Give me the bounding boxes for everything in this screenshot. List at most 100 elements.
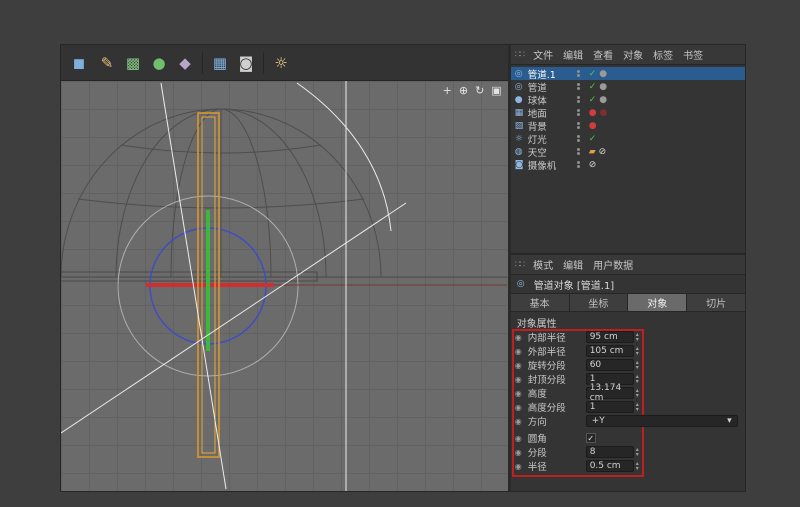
tab-object[interactable]: 对象 bbox=[628, 294, 687, 311]
cube-primitive-icon[interactable]: ◼ bbox=[67, 50, 91, 76]
key-circle-icon[interactable]: ◉ bbox=[515, 361, 528, 370]
outer-radius-field[interactable]: 105 cm bbox=[586, 345, 634, 357]
enabled-check-icon[interactable]: ✓ bbox=[589, 69, 597, 79]
generator-icon[interactable]: ● bbox=[147, 50, 171, 76]
pan-icon[interactable]: + bbox=[443, 84, 452, 97]
stepper[interactable]: ▴▾ bbox=[636, 346, 639, 356]
phong-tag-icon[interactable]: ● bbox=[599, 82, 607, 92]
key-circle-icon[interactable]: ◉ bbox=[515, 462, 528, 471]
property-row-outer-radius: ◉ 外部半径 105 cm ▴▾ bbox=[511, 344, 745, 358]
camera-object-icon: ◙ bbox=[515, 160, 528, 170]
fillet-checkbox[interactable]: ✓ bbox=[586, 433, 596, 443]
stepper[interactable]: ▴▾ bbox=[636, 332, 639, 342]
step-down-icon[interactable]: ▾ bbox=[636, 351, 639, 356]
visibility-dots[interactable] bbox=[577, 161, 580, 168]
deformer-icon[interactable]: ◆ bbox=[173, 50, 197, 76]
orientation-dropdown[interactable]: +Y ▾ bbox=[586, 415, 738, 427]
object-row-tube[interactable]: ◎ 管道 ✓ ● bbox=[511, 80, 745, 93]
visibility-dots[interactable] bbox=[577, 109, 580, 116]
visibility-dots[interactable] bbox=[577, 96, 580, 103]
zoom-icon[interactable]: ⊕ bbox=[459, 84, 468, 97]
stepper[interactable]: ▴▾ bbox=[636, 388, 639, 398]
object-row-sky[interactable]: ◍ 天空 ▰ ⊘ bbox=[511, 145, 745, 158]
height-field[interactable]: 13.174 cm bbox=[586, 387, 634, 399]
inner-radius-field[interactable]: 95 cm bbox=[586, 331, 634, 343]
compositing-tag-icon[interactable]: ▰ bbox=[589, 147, 596, 157]
tab-basic[interactable]: 基本 bbox=[511, 294, 570, 311]
enabled-check-icon[interactable]: ✓ bbox=[589, 134, 597, 144]
menu-user-data[interactable]: 用户数据 bbox=[588, 257, 638, 272]
menu-mode[interactable]: 模式 bbox=[528, 257, 558, 272]
dropdown-arrow-icon: ▾ bbox=[727, 416, 732, 426]
key-circle-icon[interactable]: ◉ bbox=[515, 448, 528, 457]
radius-field[interactable]: 0.5 cm bbox=[586, 460, 634, 472]
height-segments-field[interactable]: 1 bbox=[586, 401, 634, 413]
key-circle-icon[interactable]: ◉ bbox=[515, 403, 528, 412]
phong-tag-icon[interactable]: ● bbox=[599, 95, 607, 105]
stepper[interactable]: ▴▾ bbox=[636, 360, 639, 370]
visibility-dots[interactable] bbox=[577, 83, 580, 90]
camera-icon[interactable]: ◙ bbox=[234, 50, 258, 76]
step-down-icon[interactable]: ▾ bbox=[636, 365, 639, 370]
menu-edit[interactable]: 编辑 bbox=[558, 257, 588, 272]
key-circle-icon[interactable]: ◉ bbox=[515, 347, 528, 356]
step-down-icon[interactable]: ▾ bbox=[636, 466, 639, 471]
object-row-tube1[interactable]: ◎ 管道.1 ✓ ● bbox=[511, 67, 745, 80]
stepper[interactable]: ▴▾ bbox=[636, 402, 639, 412]
step-down-icon[interactable]: ▾ bbox=[636, 452, 639, 457]
key-circle-icon[interactable]: ◉ bbox=[515, 417, 528, 426]
menu-tags[interactable]: 标签 bbox=[648, 47, 678, 62]
object-manager: ∷∷ 文件 编辑 查看 对象 标签 书签 ◎ 管道.1 ✓ ● bbox=[511, 45, 745, 253]
step-down-icon[interactable]: ▾ bbox=[636, 407, 639, 412]
visibility-dots[interactable] bbox=[577, 135, 580, 142]
scene-floor-icon[interactable]: ▦ bbox=[208, 50, 232, 76]
visibility-dots[interactable] bbox=[577, 70, 580, 77]
phong-tag-icon[interactable]: ● bbox=[599, 69, 607, 79]
light-icon[interactable]: ☼ bbox=[269, 50, 293, 76]
menu-objects[interactable]: 对象 bbox=[618, 47, 648, 62]
no-render-icon[interactable]: ⊘ bbox=[589, 160, 597, 170]
material-tag-icon[interactable]: ● bbox=[589, 108, 597, 118]
object-name: 管道 bbox=[528, 80, 547, 94]
menu-bookmarks[interactable]: 书签 bbox=[678, 47, 708, 62]
spline-pen-icon[interactable]: ✎ bbox=[95, 50, 119, 76]
enabled-check-icon[interactable]: ✓ bbox=[589, 95, 597, 105]
visibility-dots[interactable] bbox=[577, 122, 580, 129]
rotation-segments-field[interactable]: 60 bbox=[586, 359, 634, 371]
key-circle-icon[interactable]: ◉ bbox=[515, 333, 528, 342]
subdivision-surface-icon[interactable]: ▩ bbox=[121, 50, 145, 76]
object-row-floor[interactable]: ▦ 地面 ● ● bbox=[511, 106, 745, 119]
step-down-icon[interactable]: ▾ bbox=[636, 379, 639, 384]
tab-slice[interactable]: 切片 bbox=[687, 294, 745, 311]
object-row-camera[interactable]: ◙ 摄像机 ⊘ bbox=[511, 158, 745, 171]
visibility-dots[interactable] bbox=[577, 148, 580, 155]
light-object-icon: ☼ bbox=[515, 134, 528, 144]
object-row-sphere[interactable]: ● 球体 ✓ ● bbox=[511, 93, 745, 106]
panel-grip-icon: ∷∷ bbox=[515, 50, 524, 60]
key-circle-icon[interactable]: ◉ bbox=[515, 434, 528, 443]
3d-viewport[interactable]: + ⊕ ↻ ▣ bbox=[61, 81, 508, 491]
material-tag-icon[interactable]: ● bbox=[589, 121, 597, 131]
object-row-light[interactable]: ☼ 灯光 ✓ bbox=[511, 132, 745, 145]
segments-field[interactable]: 8 bbox=[586, 446, 634, 458]
key-circle-icon[interactable]: ◉ bbox=[515, 389, 528, 398]
step-down-icon[interactable]: ▾ bbox=[636, 337, 639, 342]
menu-edit[interactable]: 编辑 bbox=[558, 47, 588, 62]
material-tag-icon[interactable]: ● bbox=[600, 108, 608, 118]
object-name: 管道.1 bbox=[528, 67, 556, 81]
step-down-icon[interactable]: ▾ bbox=[636, 393, 639, 398]
stepper[interactable]: ▴▾ bbox=[636, 461, 639, 471]
menu-file[interactable]: 文件 bbox=[528, 47, 558, 62]
menu-view[interactable]: 查看 bbox=[588, 47, 618, 62]
rotate-icon[interactable]: ↻ bbox=[475, 84, 484, 97]
attribute-manager: ∷∷ 模式 编辑 用户数据 ◎ 管道对象 [管道.1] 基本 坐标 对象 切片 … bbox=[511, 253, 745, 491]
view-toggle-icon[interactable]: ▣ bbox=[491, 84, 501, 97]
tab-coordinates[interactable]: 坐标 bbox=[570, 294, 629, 311]
enabled-check-icon[interactable]: ✓ bbox=[589, 82, 597, 92]
stepper[interactable]: ▴▾ bbox=[636, 374, 639, 384]
object-row-background[interactable]: ▨ 背景 ● bbox=[511, 119, 745, 132]
stepper[interactable]: ▴▾ bbox=[636, 447, 639, 457]
no-render-icon[interactable]: ⊘ bbox=[599, 147, 607, 157]
property-row-orientation: ◉ 方向 +Y ▾ bbox=[511, 414, 745, 428]
key-circle-icon[interactable]: ◉ bbox=[515, 375, 528, 384]
